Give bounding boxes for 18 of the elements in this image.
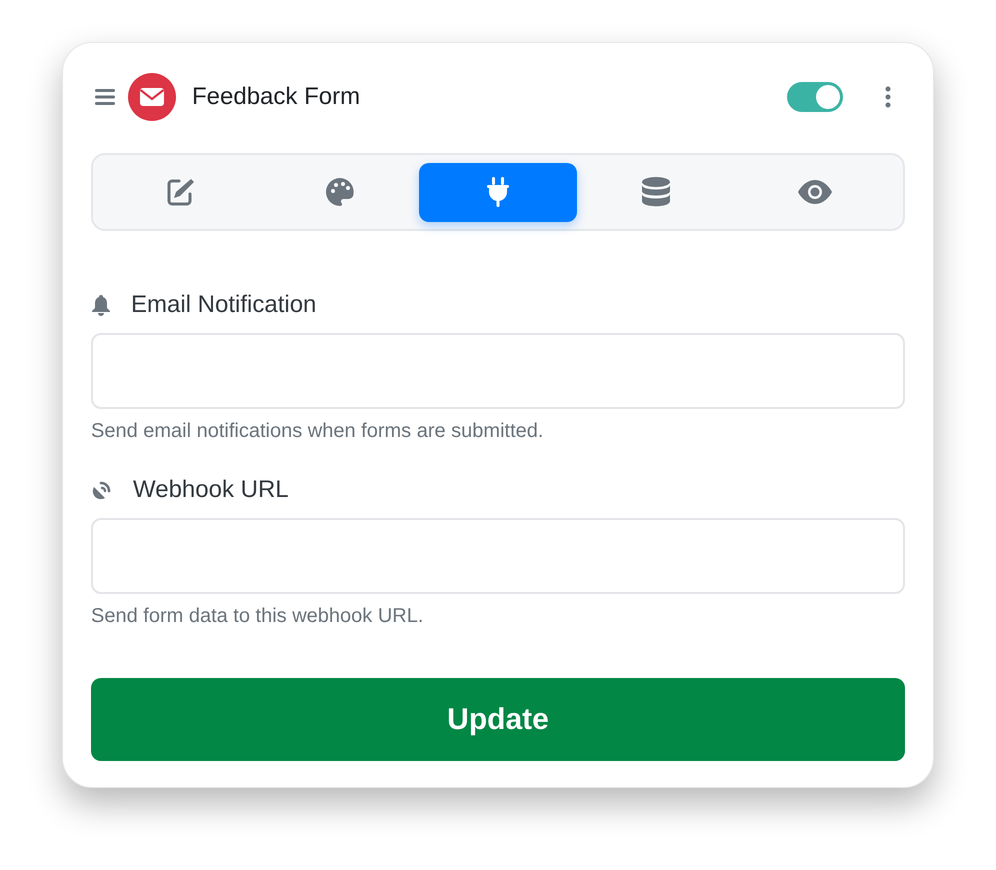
- toggle-switch[interactable]: [787, 82, 843, 112]
- update-button[interactable]: Update: [91, 678, 905, 761]
- help-text: Send email notifications when forms are submitted.: [91, 420, 544, 443]
- bell-icon: [91, 294, 111, 316]
- more-icon[interactable]: [885, 86, 891, 108]
- input-field[interactable]: [91, 333, 905, 409]
- tab[interactable]: [418, 162, 578, 222]
- database-icon: [640, 176, 672, 208]
- help-text: Send form data to this webhook URL.: [91, 605, 424, 628]
- field-label: Email Notification: [131, 291, 316, 319]
- palette-icon: [324, 176, 356, 208]
- eye-icon: [796, 178, 833, 206]
- field-label: Webhook URL: [133, 476, 289, 504]
- envelope-icon: [128, 73, 176, 121]
- input-field[interactable]: [91, 518, 905, 594]
- form-title: Feedback Form: [192, 83, 360, 111]
- satellite-dish-icon: [91, 479, 113, 501]
- menu-icon[interactable]: [95, 89, 115, 105]
